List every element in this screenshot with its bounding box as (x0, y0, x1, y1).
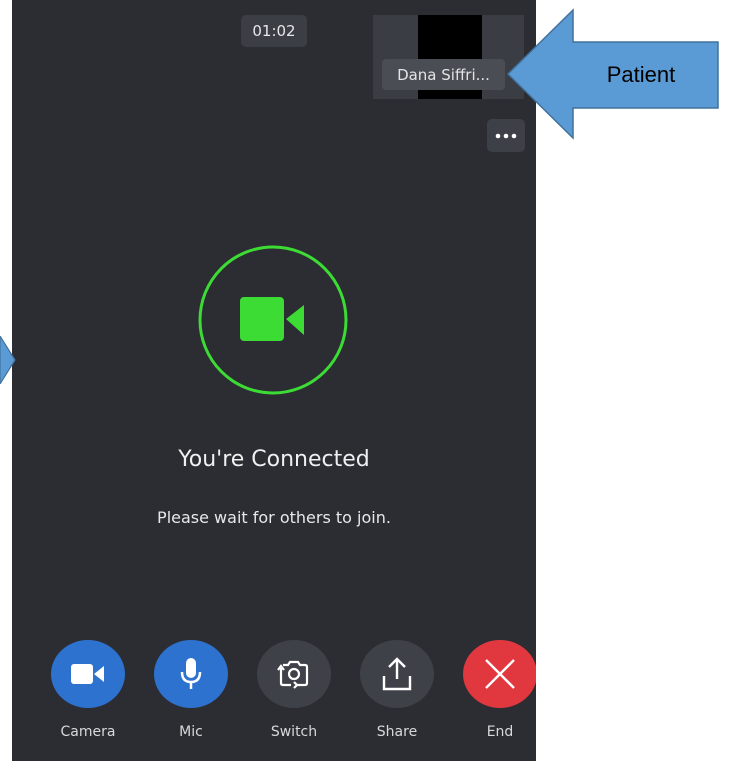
switch-camera-icon (277, 660, 309, 689)
patient-callout-label: Patient (606, 62, 676, 87)
call-timer: 01:02 (241, 15, 307, 47)
end-label: End (486, 724, 514, 740)
video-call-screen: 01:02 Dana Siffri... You're Connected Pl… (12, 0, 536, 761)
participant-name-tag: Dana Siffri... (382, 59, 505, 90)
share-control[interactable]: Share (360, 640, 434, 740)
left-callout-arrow-tip (0, 336, 16, 384)
camera-label: Camera (60, 724, 116, 740)
share-icon (382, 657, 412, 691)
camera-button[interactable] (51, 640, 125, 708)
connection-status-message: Please wait for others to join. (157, 508, 391, 527)
mic-button[interactable] (154, 640, 228, 708)
mic-label: Mic (179, 724, 203, 740)
mic-control[interactable]: Mic (154, 640, 228, 740)
video-camera-icon (71, 664, 104, 684)
end-call-control[interactable]: End (463, 640, 536, 740)
switch-label: Switch (270, 724, 318, 740)
connection-status-title: You're Connected (178, 447, 370, 472)
connected-status-icon (198, 245, 348, 395)
share-label: Share (376, 724, 418, 740)
camera-control[interactable]: Camera (51, 640, 125, 740)
share-button[interactable] (360, 640, 434, 708)
end-call-button[interactable] (463, 640, 536, 708)
microphone-icon (180, 658, 202, 689)
switch-camera-button[interactable] (257, 640, 331, 708)
switch-camera-control[interactable]: Switch (257, 640, 331, 740)
close-x-icon (485, 659, 515, 689)
